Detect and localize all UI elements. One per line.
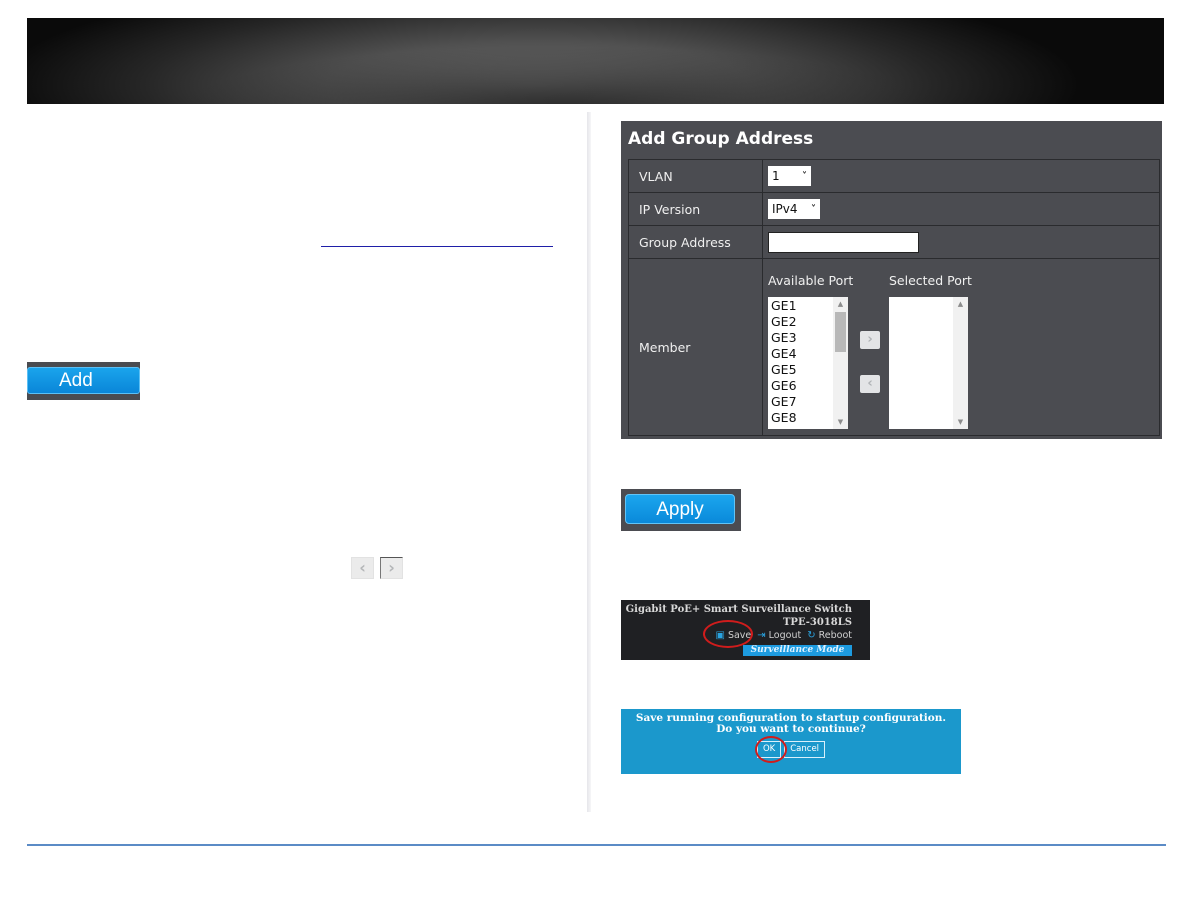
scroll-down-icon[interactable]: ▼	[953, 418, 968, 426]
save-link[interactable]: ▣ Save	[716, 630, 752, 641]
add-group-address-panel: Add Group Address VLAN 1 ˅ IP Version IP…	[621, 121, 1162, 439]
save-icon: ▣	[715, 630, 725, 641]
chevron-right-icon[interactable]: ›	[380, 557, 403, 579]
column-divider	[587, 112, 591, 812]
member-selector: Available Port Selected Port GE1 GE2 GE3 GE…	[768, 259, 1159, 435]
reboot-link[interactable]: ↻ Reboot	[807, 630, 852, 641]
scroll-down-icon[interactable]: ▼	[833, 418, 848, 426]
add-button-frame: Add	[27, 362, 140, 400]
selected-port-title: Selected Port	[889, 273, 972, 288]
apply-button-frame: Apply	[621, 489, 741, 531]
chevron-left-icon[interactable]: ‹	[351, 557, 374, 579]
header-actions: ▣ Save ⇥ Logout ↻ Reboot	[716, 630, 853, 641]
save-label: Save	[727, 630, 752, 641]
header-banner	[27, 18, 1164, 104]
add-group-form: VLAN 1 ˅ IP Version IPv4 ˅ Group Address	[628, 159, 1160, 436]
member-row: Member Available Port Selected Port GE1 G…	[628, 258, 1160, 436]
device-model: TPE-3018LS	[782, 617, 852, 628]
logout-icon: ⇥	[757, 630, 766, 641]
ip-version-select[interactable]: IPv4 ˅	[768, 199, 820, 219]
logout-label: Logout	[768, 630, 802, 641]
ip-version-label: IP Version	[628, 192, 763, 226]
footer-rule	[27, 844, 1166, 846]
group-address-row: Group Address	[628, 225, 1160, 259]
vlan-label: VLAN	[628, 159, 763, 193]
vlan-selected-value: 1	[772, 169, 780, 183]
chevron-down-icon: ˅	[811, 203, 816, 215]
vlan-row: VLAN 1 ˅	[628, 159, 1160, 193]
logout-link[interactable]: ⇥ Logout	[757, 630, 801, 641]
apply-button[interactable]: Apply	[625, 494, 735, 524]
panel-title: Add Group Address	[628, 129, 814, 149]
add-button[interactable]: Add	[27, 367, 140, 394]
save-confirm-dialog: Save running configuration to startup co…	[621, 709, 961, 774]
vlan-select[interactable]: 1 ˅	[768, 166, 811, 186]
selected-port-list[interactable]: ▲ ▼	[889, 297, 968, 429]
scrollbar[interactable]: ▲ ▼	[953, 297, 968, 429]
confirm-message: Save running configuration to startup co…	[635, 712, 947, 735]
reboot-icon: ↻	[807, 630, 816, 641]
chevron-down-icon: ˅	[802, 170, 807, 182]
group-address-label: Group Address	[628, 225, 763, 259]
ip-version-selected-value: IPv4	[772, 202, 798, 216]
scroll-up-icon[interactable]: ▲	[953, 300, 968, 308]
move-right-button[interactable]: ›	[860, 331, 880, 349]
scroll-up-icon[interactable]: ▲	[833, 300, 848, 308]
device-title: Gigabit PoE+ Smart Surveillance Switch	[625, 604, 852, 615]
ok-button[interactable]: OK	[756, 741, 782, 758]
scrollbar-thumb[interactable]	[835, 312, 846, 352]
device-header: Gigabit PoE+ Smart Surveillance Switch T…	[621, 600, 870, 660]
ip-version-row: IP Version IPv4 ˅	[628, 192, 1160, 226]
hyperlink-underline[interactable]	[321, 246, 553, 247]
surveillance-mode-badge[interactable]: Surveillance Mode	[743, 645, 852, 656]
available-port-title: Available Port	[768, 273, 854, 288]
group-address-input[interactable]	[768, 231, 919, 253]
cancel-button[interactable]: Cancel	[784, 741, 826, 758]
member-label: Member	[628, 258, 763, 436]
scrollbar[interactable]: ▲ ▼	[833, 297, 848, 429]
available-port-list[interactable]: GE1 GE2 GE3 GE4 GE5 GE6 GE7 GE8 ▲ ▼	[768, 297, 848, 429]
list-move-buttons: ‹ ›	[351, 557, 403, 579]
move-left-button[interactable]: ‹	[860, 375, 880, 393]
confirm-buttons: OK Cancel	[621, 741, 961, 758]
reboot-label: Reboot	[818, 630, 852, 641]
